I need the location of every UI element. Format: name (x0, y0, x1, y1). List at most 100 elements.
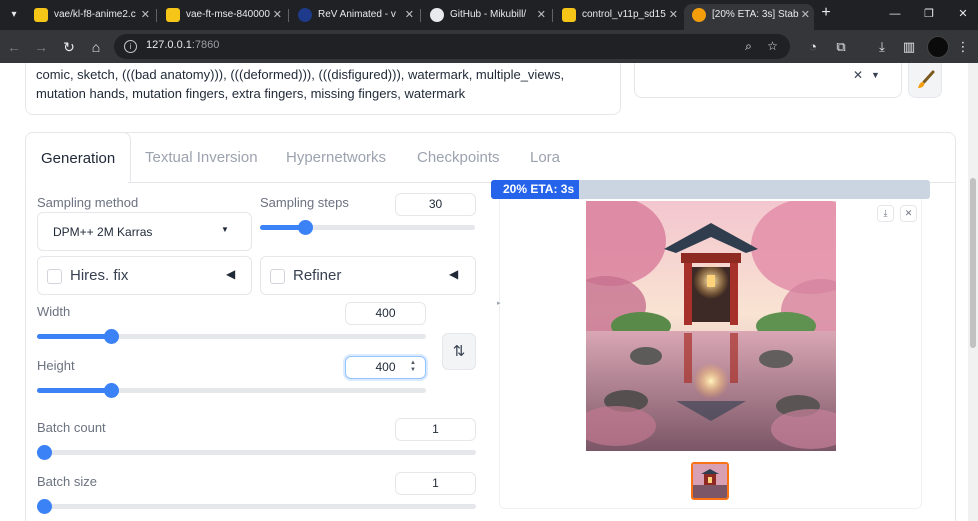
refiner-accordion[interactable]: Refiner ◀ (260, 256, 476, 295)
browser-tab-3[interactable]: ReV Animated - v ✕ (290, 4, 418, 30)
browser-tab-2[interactable]: vae-ft-mse-840000 ✕ (158, 4, 286, 30)
chevron-down-icon: ▼ (221, 225, 229, 234)
progress-fill: 20% ETA: 3s (491, 180, 579, 199)
batch-size-label: Batch size (37, 474, 97, 489)
browser-tab-1[interactable]: vae/kl-f8-anime2.c ✕ (26, 4, 154, 30)
huggingface-icon (166, 8, 180, 22)
progress-bar: 20% ETA: 3s (491, 180, 930, 199)
restore-icon[interactable]: ❐ (918, 5, 940, 23)
clear-icon[interactable]: ✕ (851, 68, 865, 82)
minimize-icon[interactable]: — (884, 5, 906, 23)
height-input[interactable]: 400 ▲ ▼ (345, 356, 426, 379)
back-icon[interactable]: ← (4, 37, 24, 57)
close-tab-icon[interactable]: ✕ (405, 4, 414, 26)
tab-lora[interactable]: Lora (530, 132, 560, 183)
width-label: Width (37, 304, 71, 319)
site-info-icon[interactable]: i (124, 40, 137, 53)
tab-search-icon[interactable]: ▾ (4, 5, 24, 25)
extensions-icon[interactable]: ⧉ (831, 37, 851, 57)
address-bar[interactable]: i 127.0.0.1:7860 ⌕ ☆ (114, 34, 790, 59)
slider-handle[interactable] (104, 329, 119, 344)
browser-menu-icon[interactable]: ⋮ (953, 37, 973, 57)
sampling-steps-input[interactable]: 30 (395, 193, 476, 216)
browser-tab-5[interactable]: control_v11p_sd15 ✕ (554, 4, 682, 30)
slider-handle[interactable] (37, 499, 52, 514)
gallery-thumbnail[interactable] (691, 462, 729, 500)
width-slider[interactable] (37, 328, 426, 344)
tab-hypernetworks[interactable]: Hypernetworks (286, 132, 386, 183)
page-content: comic, sketch, (((bad anatomy))), (((def… (0, 63, 978, 521)
close-image-icon[interactable]: ✕ (900, 205, 917, 222)
browser-tab-title: control_v11p_sd15 (582, 9, 666, 20)
spinner-arrows-icon[interactable]: ▲ ▼ (409, 360, 417, 375)
close-tab-icon[interactable]: ✕ (801, 4, 810, 26)
reload-icon[interactable]: ↻ (59, 37, 79, 57)
paintbrush-icon (918, 70, 935, 88)
batch-count-slider[interactable] (37, 444, 476, 460)
model-selector[interactable]: ✕ ▼ (634, 63, 902, 98)
mouse-cursor: ▸ (497, 300, 501, 307)
profile-avatar[interactable] (927, 36, 949, 58)
slider-handle[interactable] (104, 383, 119, 398)
hires-fix-checkbox[interactable] (47, 269, 62, 284)
civitai-icon (298, 8, 312, 22)
download-icon[interactable]: ⤓ (872, 37, 892, 57)
stable-diffusion-icon (692, 8, 706, 22)
download-image-icon[interactable]: ⤓ (877, 205, 894, 222)
negative-prompt-text[interactable]: comic, sketch, (((bad anatomy))), (((def… (36, 65, 616, 103)
slider-handle[interactable] (37, 445, 52, 460)
collapse-triangle-icon[interactable]: ◀ (449, 267, 458, 281)
side-panel-icon[interactable]: ▥ (899, 37, 919, 57)
page-scrollbar[interactable] (968, 63, 978, 521)
hires-fix-label: Hires. fix (70, 267, 129, 284)
width-input[interactable]: 400 (345, 302, 426, 325)
browser-toolbar: ← → ↻ ⌂ i 127.0.0.1:7860 ⌕ ☆ ◔ ⧉ ⤓ ▥ ⋮ (0, 30, 978, 63)
browser-tab-active[interactable]: [20% ETA: 3s] Stab ✕ (684, 4, 814, 30)
style-apply-button[interactable] (908, 63, 942, 98)
window-close-icon[interactable]: ✕ (952, 5, 974, 23)
height-label: Height (37, 358, 75, 373)
slider-handle[interactable] (298, 220, 313, 235)
home-icon[interactable]: ⌂ (86, 37, 106, 57)
scrollbar-thumb[interactable] (970, 178, 976, 348)
browser-tab-title: ReV Animated - v (318, 9, 396, 20)
negative-prompt-box[interactable]: comic, sketch, (((bad anatomy))), (((def… (25, 63, 621, 115)
zoom-icon[interactable]: ⌕ (740, 38, 757, 55)
close-tab-icon[interactable]: ✕ (273, 4, 282, 26)
tab-generation[interactable]: Generation (25, 132, 132, 183)
close-tab-icon[interactable]: ✕ (141, 4, 150, 26)
tab-checkpoints[interactable]: Checkpoints (417, 132, 500, 183)
sampling-steps-label: Sampling steps (260, 195, 349, 210)
generated-image[interactable] (586, 201, 836, 451)
close-tab-icon[interactable]: ✕ (669, 4, 678, 26)
sampling-method-dropdown[interactable]: DPM++ 2M Karras ▼ (37, 212, 252, 251)
batch-count-input[interactable]: 1 (395, 418, 476, 441)
refiner-label: Refiner (293, 267, 342, 284)
batch-size-input[interactable]: 1 (395, 472, 476, 495)
thumbnail-image (693, 464, 727, 498)
tab-textual-inversion[interactable]: Textual Inversion (145, 132, 258, 183)
browser-tab-4[interactable]: GitHub - Mikubill/ ✕ (422, 4, 550, 30)
url-text: 127.0.0.1:7860 (146, 39, 220, 51)
new-tab-button[interactable]: + (817, 4, 835, 24)
close-tab-icon[interactable]: ✕ (537, 4, 546, 26)
sampling-steps-slider[interactable] (260, 219, 475, 235)
browser-tab-title: vae-ft-mse-840000 (186, 9, 270, 20)
sampling-method-label: Sampling method (37, 195, 139, 210)
github-icon (430, 8, 444, 22)
swap-dimensions-button[interactable]: ⇅ (442, 333, 476, 370)
incognito-icon[interactable]: ◔ (803, 37, 823, 57)
huggingface-icon (562, 8, 576, 22)
refiner-checkbox[interactable] (270, 269, 285, 284)
chevron-down-icon[interactable]: ▼ (871, 68, 880, 82)
bookmark-star-icon[interactable]: ☆ (764, 38, 781, 55)
collapse-triangle-icon[interactable]: ◀ (226, 267, 235, 281)
height-input-value: 400 (375, 360, 396, 374)
sampling-method-value: DPM++ 2M Karras (53, 225, 153, 239)
browser-tab-bar: ▾ vae/kl-f8-anime2.c ✕ vae-ft-mse-840000… (0, 0, 978, 30)
batch-size-slider[interactable] (37, 498, 476, 514)
hires-fix-accordion[interactable]: Hires. fix ◀ (37, 256, 252, 295)
browser-tab-title: GitHub - Mikubill/ (450, 9, 527, 20)
forward-icon[interactable]: → (31, 37, 51, 57)
height-slider[interactable] (37, 382, 426, 398)
